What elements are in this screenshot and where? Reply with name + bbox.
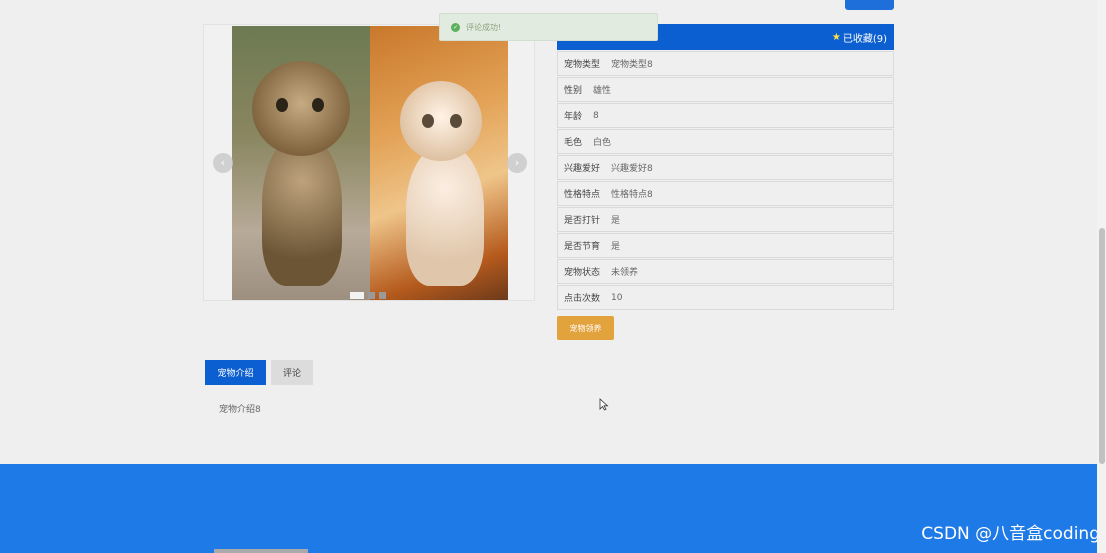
tab-comments[interactable]: 评论 [271, 360, 313, 385]
favorite-label: 已收藏(9) [842, 33, 887, 45]
favorite-button[interactable]: ★ 已收藏(9) [832, 30, 887, 45]
adopt-button[interactable]: 宠物领养 [557, 316, 614, 340]
detail-label: 点击次数 [564, 294, 601, 304]
scrollbar-thumb[interactable] [1099, 228, 1105, 464]
detail-value: 未领养 [611, 268, 639, 278]
detail-value: 是 [611, 216, 621, 226]
carousel-prev-icon[interactable]: ‹ [213, 153, 233, 173]
pet-details-panel: ★ 已收藏(9) 宠物类型 宠物类型8 性别 雄性 年龄 8 毛色 白色 兴趣爱好 兴趣爱… [557, 24, 894, 310]
detail-row-neutered: 是否节育是 [557, 233, 894, 258]
carousel-indicators [350, 292, 386, 299]
tab-pet-intro[interactable]: 宠物介绍 [205, 360, 266, 385]
detail-label: 毛色 [564, 138, 583, 148]
detail-label: 兴趣爱好 [564, 164, 601, 174]
detail-value: 8 [593, 110, 599, 121]
detail-value: 白色 [593, 138, 612, 148]
detail-value: 兴趣爱好8 [611, 164, 653, 174]
detail-value: 宠物类型8 [611, 60, 653, 70]
star-icon: ★ [831, 31, 841, 43]
pet-photo-tabby-kitten [232, 26, 370, 300]
mouse-cursor-icon [599, 398, 609, 411]
horizontal-scrollbar-thumb[interactable] [214, 549, 308, 553]
detail-label: 宠物类型 [564, 60, 601, 70]
carousel-dot[interactable] [368, 292, 375, 299]
detail-value: 10 [611, 292, 623, 303]
check-circle-icon: ✓ [451, 22, 460, 32]
detail-row-age: 年龄 8 [557, 103, 894, 128]
carousel-next-icon[interactable]: › [507, 153, 527, 173]
detail-row-type: 宠物类型 宠物类型8 [557, 51, 894, 76]
detail-row-vaccinated: 是否打针是 [557, 207, 894, 232]
detail-label: 宠物状态 [564, 268, 601, 278]
detail-row-clicks: 点击次数 10 [557, 285, 894, 310]
toast-message: 评论成功! [466, 22, 502, 32]
detail-label: 是否打针 [564, 216, 601, 226]
top-action-button[interactable] [845, 0, 894, 10]
pet-intro-text: 宠物介绍8 [219, 405, 261, 415]
detail-label: 是否节育 [564, 242, 601, 252]
detail-value: 性格特点8 [611, 190, 653, 200]
watermark-text: CSDN @八音盒coding [921, 524, 1100, 544]
pet-image-carousel[interactable]: ‹ › [203, 24, 535, 301]
detail-row-gender: 性别 雄性 [557, 77, 894, 102]
success-toast: ✓ 评论成功! [439, 13, 658, 41]
detail-row-status: 宠物状态 未领养 [557, 259, 894, 284]
detail-label: 年龄 [564, 112, 583, 122]
detail-value: 雄性 [593, 86, 612, 96]
carousel-dot[interactable] [379, 292, 386, 299]
detail-label: 性别 [564, 86, 583, 96]
detail-label: 性格特点 [564, 190, 601, 200]
detail-row-personality: 性格特点 性格特点8 [557, 181, 894, 206]
pet-photo-white-kitten [370, 26, 508, 300]
detail-row-hobby: 兴趣爱好 兴趣爱好8 [557, 155, 894, 180]
detail-row-color: 毛色 白色 [557, 129, 894, 154]
page-footer: CSDN @八音盒coding [0, 464, 1106, 553]
detail-value: 是 [611, 242, 621, 252]
carousel-dot[interactable] [350, 292, 364, 299]
